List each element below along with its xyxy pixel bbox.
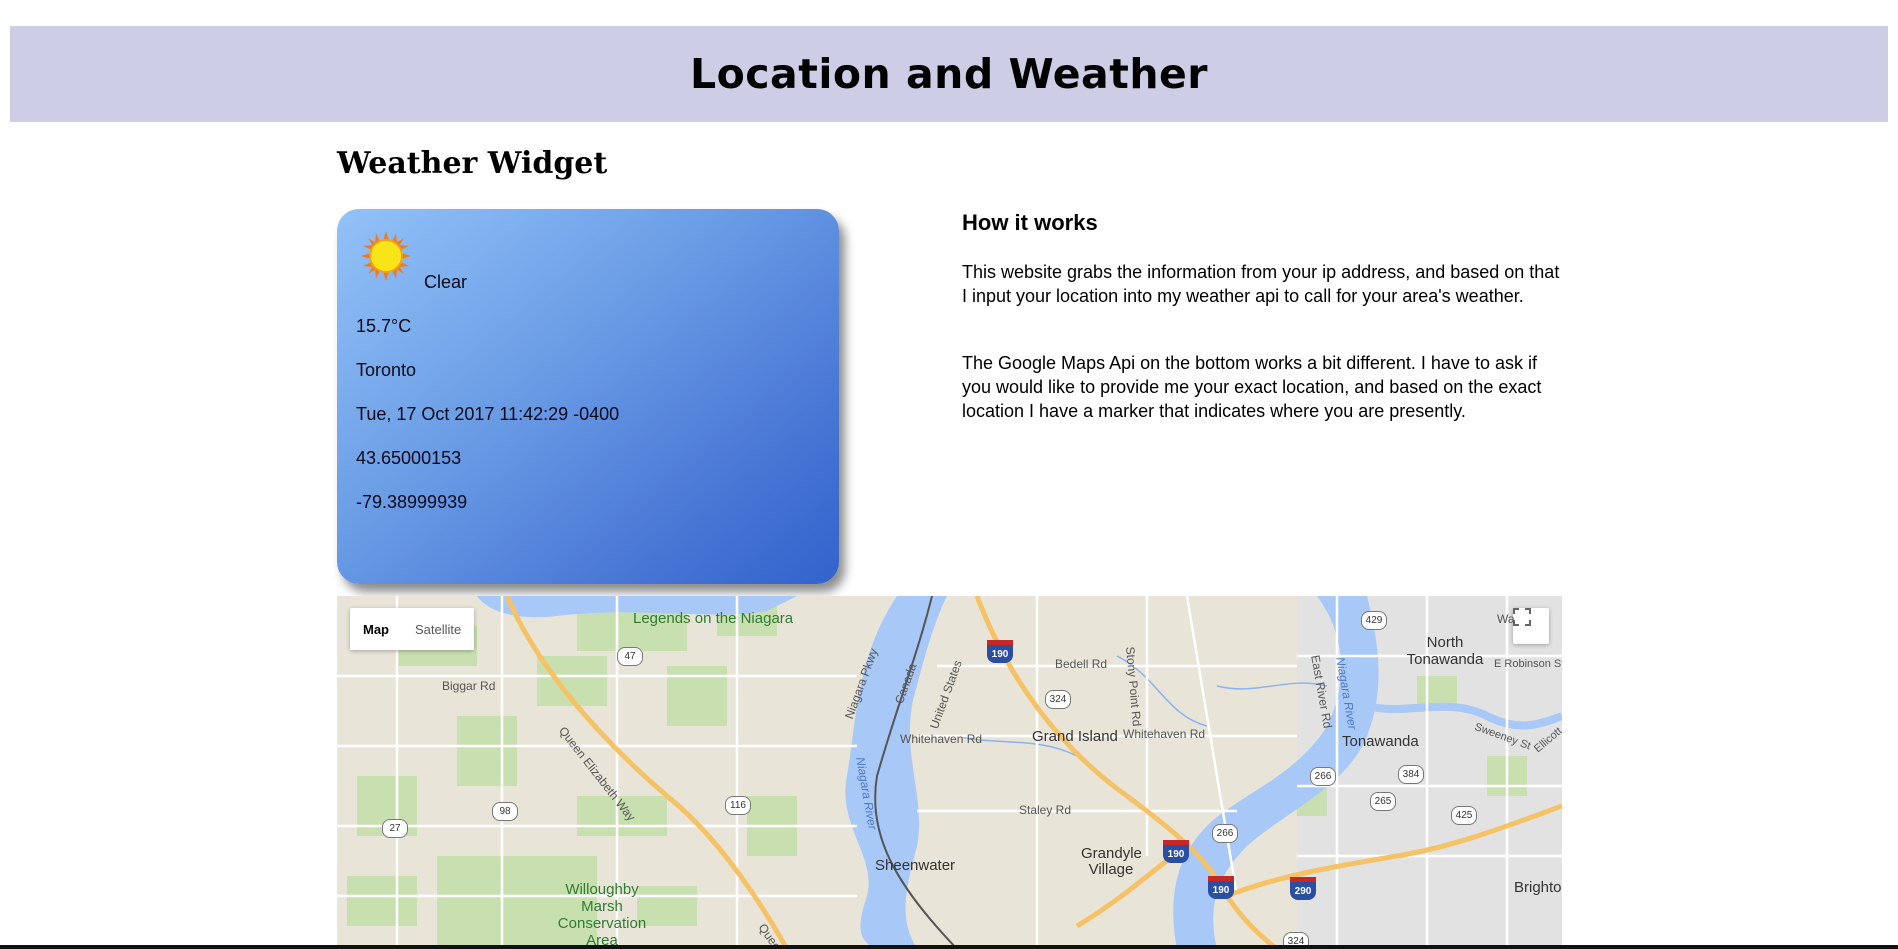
weather-widget-title: Weather Widget bbox=[337, 146, 608, 181]
route-shield-116: 116 bbox=[725, 796, 751, 815]
map-type-control: Map Satellite bbox=[350, 608, 475, 650]
map-label-willoughby: Willoughby Marsh Conservation Area bbox=[557, 881, 647, 949]
page-header: Location and Weather bbox=[10, 26, 1888, 122]
map-label-legends: Legends on the Niagara bbox=[633, 610, 794, 627]
map-label-tonawanda: Tonawanda bbox=[1342, 733, 1419, 750]
weather-card: Clear 15.7°C Toronto Tue, 17 Oct 2017 11… bbox=[337, 209, 839, 584]
map-label-e-robinson: E Robinson St bbox=[1494, 658, 1562, 670]
route-shield-98: 98 bbox=[492, 802, 518, 821]
interstate-shield-190-c: 190 bbox=[1208, 876, 1234, 899]
map-type-satellite-button[interactable]: Satellite bbox=[402, 608, 475, 650]
interstate-shield-290: 290 bbox=[1290, 877, 1316, 900]
map-label-sheenwater: Sheenwater bbox=[875, 857, 956, 874]
map-label-staley: Staley Rd bbox=[1019, 803, 1072, 817]
route-shield-47: 47 bbox=[617, 647, 643, 666]
how-it-works-paragraph-2: The Google Maps Api on the bottom works … bbox=[962, 353, 1542, 421]
route-shield-266: 266 bbox=[1310, 767, 1336, 786]
map-type-map-button[interactable]: Map bbox=[350, 608, 402, 650]
interstate-shield-190-b: 190 bbox=[1163, 840, 1189, 863]
map-label-grandyle: Grandyle Village bbox=[1081, 845, 1142, 878]
map-label-brighton: Brighto bbox=[1514, 879, 1562, 896]
how-it-works-title: How it works bbox=[962, 210, 1098, 235]
route-shield-384: 384 bbox=[1398, 765, 1424, 784]
route-shield-27: 27 bbox=[382, 819, 408, 838]
interstate-shield-190: 190 bbox=[987, 640, 1013, 663]
map-label-bedell: Bedell Rd bbox=[1055, 657, 1108, 671]
map-label-whitehaven-e: Whitehaven Rd bbox=[1123, 727, 1206, 741]
sun-icon bbox=[361, 231, 411, 281]
fullscreen-icon bbox=[1513, 608, 1531, 626]
route-shield-324: 324 bbox=[1045, 690, 1071, 709]
how-it-works-paragraph-1: This website grabs the information from … bbox=[962, 262, 1560, 306]
bottom-bar bbox=[0, 945, 1898, 949]
fullscreen-button[interactable] bbox=[1513, 608, 1549, 644]
weather-longitude: -79.38999939 bbox=[356, 492, 468, 512]
map-label-whitehaven-w: Whitehaven Rd bbox=[900, 732, 983, 746]
route-shield-429: 429 bbox=[1361, 611, 1387, 630]
google-map[interactable]: Map Satellite Legends on the Niagara Big… bbox=[337, 596, 1562, 949]
weather-condition: Clear bbox=[424, 272, 468, 292]
map-label-biggar: Biggar Rd bbox=[442, 679, 496, 693]
map-label-wa: Wa bbox=[1497, 612, 1515, 626]
route-shield-425: 425 bbox=[1451, 806, 1477, 825]
map-canvas[interactable] bbox=[337, 596, 1562, 949]
weather-temperature: 15.7°C bbox=[356, 316, 412, 336]
route-shield-265: 265 bbox=[1370, 792, 1396, 811]
weather-latitude: 43.65000153 bbox=[356, 448, 462, 468]
route-shield-266-b: 266 bbox=[1212, 824, 1238, 843]
map-label-north-tonawanda: North Tonawanda bbox=[1406, 634, 1484, 668]
weather-datetime: Tue, 17 Oct 2017 11:42:29 -0400 bbox=[356, 404, 620, 424]
weather-city: Toronto bbox=[356, 360, 417, 380]
map-label-grand-island: Grand Island bbox=[1032, 728, 1118, 745]
page-title: Location and Weather bbox=[689, 50, 1209, 98]
